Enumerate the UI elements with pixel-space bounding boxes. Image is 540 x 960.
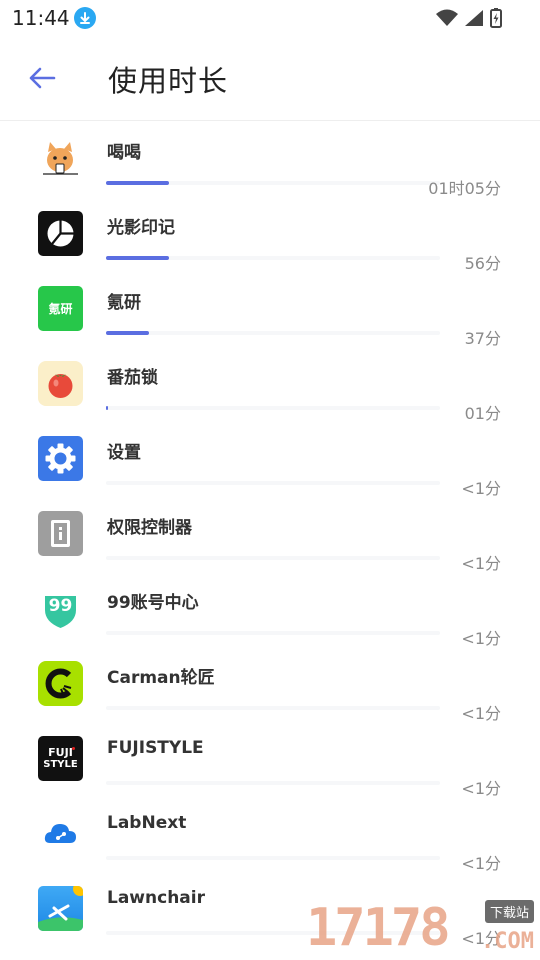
permission-icon [38, 511, 83, 556]
site-watermark: 17178 下载站 .COM [306, 898, 536, 960]
icon-label-bottom: STYLE [43, 758, 78, 770]
icon-label-top: FUJI [48, 745, 73, 759]
usage-bar [106, 481, 440, 485]
usage-bar [106, 256, 440, 260]
app-name: Lawnchair [107, 888, 205, 908]
usage-bar [106, 331, 440, 335]
list-item[interactable]: 99 99账号中心 <1分 [0, 578, 540, 653]
usage-duration: <1分 [461, 704, 501, 723]
app-bar: 使用时长 [0, 36, 540, 121]
status-time: 11:44 [12, 6, 70, 30]
usage-bar [106, 631, 440, 635]
app-name: 99账号中心 [107, 593, 199, 613]
usage-duration: 01分 [464, 404, 501, 423]
download-icon [74, 7, 96, 29]
fujistyle-logo-icon: FUJI STYLE [38, 736, 83, 781]
usage-duration: <1分 [461, 629, 501, 648]
list-item[interactable]: 权限控制器 <1分 [0, 503, 540, 578]
list-item[interactable]: 氪研 氪研 37分 [0, 278, 540, 353]
camera-aperture-icon [38, 211, 83, 256]
kryan-logo-icon: 氪研 [38, 286, 83, 331]
icon-label: 99 [48, 596, 73, 616]
cat-icon [38, 136, 83, 181]
app-name: 氪研 [107, 293, 141, 313]
app-name: 设置 [107, 443, 141, 463]
usage-bar-fill [106, 331, 150, 335]
list-item[interactable]: 番茄锁 01分 [0, 353, 540, 428]
usage-duration: <1分 [461, 779, 501, 798]
list-item[interactable]: 设置 <1分 [0, 428, 540, 503]
usage-bar [106, 781, 440, 785]
labnext-cloud-icon [38, 811, 83, 856]
system-icons [436, 7, 502, 29]
usage-bar [106, 856, 440, 860]
carman-icon [38, 661, 83, 706]
usage-bar-fill [106, 406, 108, 410]
usage-bar-fill [106, 181, 170, 185]
list-item[interactable]: LabNext <1分 [0, 803, 540, 878]
usage-duration: 01时05分 [428, 179, 501, 198]
app-name: 番茄锁 [107, 368, 158, 388]
lawnchair-icon [38, 886, 83, 931]
signal-icon [465, 10, 483, 26]
watermark-badge: 下载站 [484, 900, 534, 923]
usage-bar-fill [106, 256, 170, 260]
watermark-suffix: .COM [481, 929, 534, 954]
usage-bar [106, 706, 440, 710]
wifi-icon [436, 9, 458, 26]
page-title: 使用时长 [108, 64, 229, 98]
usage-duration: <1分 [461, 554, 501, 573]
back-button[interactable] [24, 60, 60, 96]
back-arrow-icon [29, 67, 56, 89]
usage-duration: 37分 [464, 329, 501, 348]
usage-bar [106, 556, 440, 560]
app-name: 光影印记 [107, 218, 175, 238]
red-dot-icon [72, 747, 75, 750]
usage-duration: <1分 [461, 479, 501, 498]
app-name: FUJISTYLE [107, 738, 204, 758]
usage-duration: <1分 [461, 854, 501, 873]
99-account-icon: 99 [38, 586, 83, 631]
app-name: 喝喝 [107, 143, 141, 163]
list-item[interactable]: 光影印记 56分 [0, 203, 540, 278]
tomato-icon [38, 361, 83, 406]
usage-duration: 56分 [464, 254, 501, 273]
app-name: 权限控制器 [107, 518, 192, 538]
usage-bar [106, 181, 440, 185]
app-name: Carman轮匠 [107, 668, 215, 688]
usage-bar [106, 406, 440, 410]
app-usage-list: 喝喝 01时05分 光影印记 56分 氪研 氪研 37分 番茄锁 01分 设置 … [0, 128, 540, 953]
battery-charging-icon [490, 8, 502, 28]
icon-label: 氪研 [48, 302, 73, 316]
list-item[interactable]: FUJI STYLE FUJISTYLE <1分 [0, 728, 540, 803]
settings-gear-icon [38, 436, 83, 481]
list-item[interactable]: Carman轮匠 <1分 [0, 653, 540, 728]
watermark-number: 17178 [306, 898, 451, 958]
app-name: LabNext [107, 813, 187, 833]
status-bar: 11:44 [0, 0, 540, 36]
list-item[interactable]: 喝喝 01时05分 [0, 128, 540, 203]
